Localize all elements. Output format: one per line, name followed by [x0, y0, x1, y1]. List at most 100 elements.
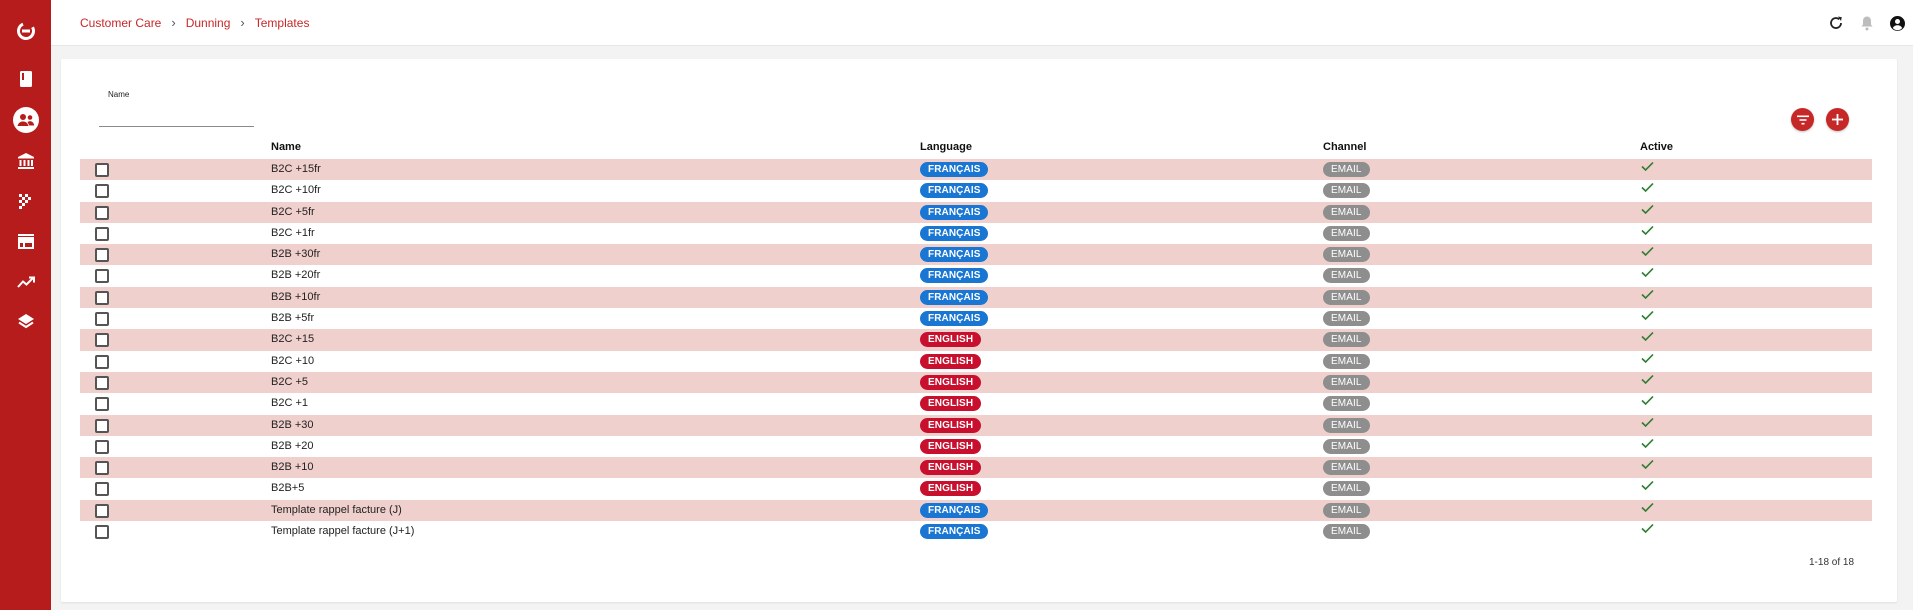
row-checkbox[interactable] [95, 205, 109, 220]
template-name: B2B +5fr [271, 312, 315, 325]
language-chip: FRANÇAIS [920, 183, 989, 199]
logo-icon[interactable] [0, 17, 51, 45]
bank-icon[interactable] [0, 147, 51, 175]
row-checkbox[interactable] [95, 439, 109, 454]
row-checkbox[interactable] [95, 482, 109, 497]
row-checkbox[interactable] [95, 461, 109, 476]
check-icon [1641, 331, 1654, 345]
breadcrumb: Customer Care › Dunning › Templates [80, 15, 309, 30]
template-name: B2B +20 [271, 439, 314, 452]
add-template-button[interactable] [1826, 108, 1849, 131]
row-checkbox[interactable] [95, 354, 109, 369]
check-icon [1641, 374, 1654, 388]
column-header-name[interactable]: Name [271, 141, 301, 153]
language-chip: FRANÇAIS [920, 289, 989, 305]
row-checkbox[interactable] [95, 397, 109, 412]
template-name: B2B +10 [271, 461, 314, 474]
channel-chip: EMAIL [1323, 162, 1370, 177]
channel-chip: EMAIL [1323, 183, 1370, 199]
pagination-range: 1-18 of 18 [1809, 557, 1855, 568]
table-row[interactable]: B2C +15fr FRANÇAIS EMAIL [80, 159, 1872, 181]
check-icon [1641, 502, 1654, 516]
table-row[interactable]: Template rappel facture (J) FRANÇAIS EMAIL [80, 499, 1872, 522]
table-row[interactable]: B2B +10 ENGLISH EMAIL [80, 457, 1872, 479]
customers-icon[interactable] [0, 106, 51, 134]
channel-chip: EMAIL [1323, 289, 1370, 305]
channel-chip: EMAIL [1323, 247, 1370, 263]
column-header-active[interactable]: Active [1640, 141, 1673, 153]
trending-up-icon[interactable] [0, 268, 51, 296]
check-icon [1641, 310, 1654, 324]
template-name: B2C +5fr [271, 205, 315, 218]
row-checkbox[interactable] [95, 269, 109, 284]
table-row[interactable]: B2B +5fr FRANÇAIS EMAIL [80, 308, 1872, 330]
refresh-icon[interactable] [1820, 11, 1851, 35]
row-checkbox[interactable] [95, 248, 109, 263]
store-icon[interactable] [0, 227, 51, 255]
channel-chip: EMAIL [1323, 524, 1370, 540]
language-chip: ENGLISH [920, 353, 982, 369]
table-row[interactable]: Template rappel facture (J+1) FRANÇAIS EMA… [80, 521, 1872, 543]
top-bar: Customer Care › Dunning › Templates [51, 0, 1913, 46]
template-name: B2C +1 [271, 397, 308, 410]
row-checkbox[interactable] [95, 418, 109, 433]
language-chip: ENGLISH [920, 481, 982, 497]
table-row[interactable]: B2B +20fr FRANÇAIS EMAIL [80, 265, 1872, 287]
channel-chip: EMAIL [1323, 417, 1370, 433]
channel-chip: EMAIL [1323, 268, 1370, 284]
language-chip: FRANÇAIS [920, 524, 989, 540]
table-row[interactable]: B2B +30fr FRANÇAIS EMAIL [80, 244, 1872, 266]
language-chip: ENGLISH [920, 460, 982, 476]
bell-icon[interactable] [1851, 11, 1882, 35]
row-checkbox[interactable] [95, 312, 109, 327]
table-row[interactable]: B2C +5fr FRANÇAIS EMAIL [80, 201, 1872, 223]
channel-chip: EMAIL [1323, 374, 1370, 390]
check-icon [1641, 438, 1654, 452]
row-checkbox[interactable] [95, 333, 109, 348]
row-checkbox[interactable] [95, 290, 109, 305]
template-name: B2B+5 [271, 482, 305, 495]
row-checkbox[interactable] [95, 525, 109, 540]
table-row[interactable]: B2B +20 ENGLISH EMAIL [80, 435, 1872, 458]
check-icon [1641, 182, 1654, 196]
check-icon [1641, 480, 1654, 494]
template-name: B2C +15fr [271, 163, 321, 175]
check-icon [1641, 459, 1654, 473]
table-row[interactable]: B2B +10fr FRANÇAIS EMAIL [80, 286, 1872, 309]
language-chip: ENGLISH [920, 438, 982, 454]
language-chip: FRANÇAIS [920, 247, 989, 263]
table-row[interactable]: B2B+5 ENGLISH EMAIL [80, 478, 1872, 500]
table-row[interactable]: B2C +10 ENGLISH EMAIL [80, 350, 1872, 372]
table-row[interactable]: B2C +10fr FRANÇAIS EMAIL [80, 180, 1872, 202]
row-checkbox[interactable] [95, 226, 109, 241]
breadcrumb-templates[interactable]: Templates [255, 16, 310, 30]
account-icon[interactable] [1882, 11, 1913, 35]
name-filter-input[interactable] [99, 103, 254, 127]
column-header-channel[interactable]: Channel [1323, 141, 1366, 153]
table-row[interactable]: B2C +5 ENGLISH EMAIL [80, 371, 1872, 394]
breadcrumb-dunning[interactable]: Dunning [186, 16, 231, 30]
template-name: B2B +10fr [271, 290, 321, 303]
row-checkbox[interactable] [95, 184, 109, 199]
language-chip: FRANÇAIS [920, 311, 989, 327]
breadcrumb-customer-care[interactable]: Customer Care [80, 16, 161, 30]
filter-button[interactable] [1791, 108, 1814, 131]
channel-chip: EMAIL [1323, 353, 1370, 369]
book-icon[interactable] [0, 65, 51, 93]
table-row[interactable]: B2C +1fr FRANÇAIS EMAIL [80, 222, 1872, 245]
table-row[interactable]: B2C +1 ENGLISH EMAIL [80, 393, 1872, 415]
row-checkbox[interactable] [95, 375, 109, 390]
row-checkbox[interactable] [95, 163, 109, 177]
table-header: Name Language Channel Active [80, 141, 1872, 159]
table-row[interactable]: B2B +30 ENGLISH EMAIL [80, 414, 1872, 436]
template-name: B2C +5 [271, 375, 308, 388]
grid-dots-icon[interactable] [0, 187, 51, 215]
channel-chip: EMAIL [1323, 396, 1370, 412]
table-row[interactable]: B2C +15 ENGLISH EMAIL [80, 329, 1872, 351]
check-icon [1641, 523, 1654, 537]
layers-icon[interactable] [0, 308, 51, 336]
channel-chip: EMAIL [1323, 311, 1370, 327]
column-header-language[interactable]: Language [920, 141, 972, 153]
channel-chip: EMAIL [1323, 332, 1370, 348]
row-checkbox[interactable] [95, 503, 109, 518]
